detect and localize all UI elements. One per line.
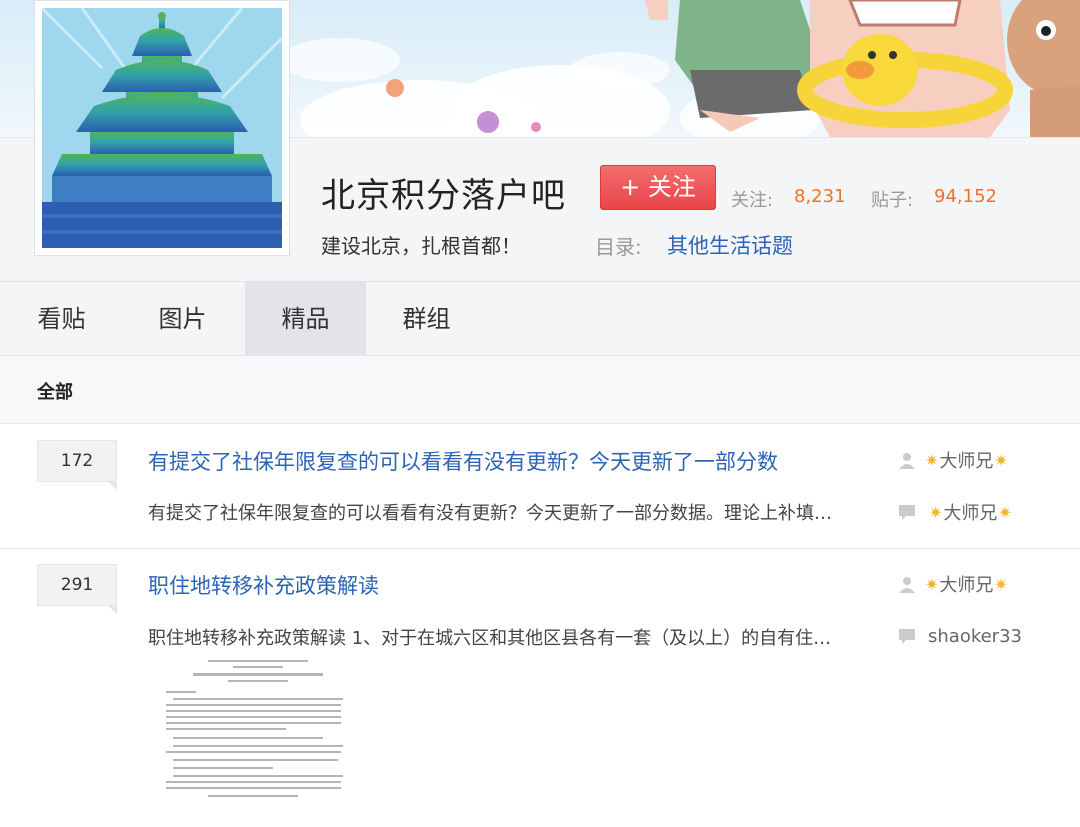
comment-icon bbox=[898, 503, 916, 521]
thread-divider bbox=[0, 548, 1080, 549]
last-reply-name-link[interactable]: ✷ 大师兄 ✷ bbox=[928, 499, 1013, 525]
thread-abstract: 有提交了社保年限复查的可以看看有没有更新？今天更新了一部分数据。理论上补填… bbox=[148, 503, 832, 524]
directory-label: 目录: bbox=[595, 235, 642, 259]
post-count-value: 94,152 bbox=[934, 186, 997, 207]
tab-pictures[interactable]: 图片 bbox=[122, 282, 243, 356]
star-icon: ✷ bbox=[929, 502, 943, 522]
follow-button-label: 关注 bbox=[647, 173, 696, 201]
forum-avatar[interactable] bbox=[34, 0, 290, 256]
forum-title: 北京积分落户吧 bbox=[321, 176, 566, 216]
author-name-link[interactable]: ✷ 大师兄 ✷ bbox=[924, 571, 1009, 597]
plus-icon: + bbox=[620, 173, 641, 201]
post-count-label: 贴子: bbox=[871, 190, 914, 211]
follow-count-label: 关注: bbox=[731, 190, 774, 211]
thread-title-link[interactable]: 有提交了社保年限复查的可以看看有没有更新？今天更新了一部分数 bbox=[148, 446, 778, 476]
thread-title-link[interactable]: 职住地转移补充政策解读 bbox=[148, 570, 379, 600]
tab-featured[interactable]: 精品 bbox=[245, 282, 366, 356]
comment-icon bbox=[898, 627, 916, 645]
user-icon bbox=[898, 451, 916, 469]
forum-tabs: 看贴 图片 精品 群组 bbox=[0, 281, 1080, 356]
thread-abstract: 职住地转移补充政策解读 1、对于在城六区和其他区县各有一套（及以上）的自有住… bbox=[148, 628, 832, 649]
star-icon: ✷ bbox=[925, 450, 939, 470]
reply-count-badge: 291 bbox=[37, 564, 117, 614]
directory-link[interactable]: 其他生活话题 bbox=[667, 230, 793, 260]
thread-author: ✷ 大师兄 ✷ bbox=[898, 572, 1009, 596]
star-icon: ✷ bbox=[994, 574, 1008, 594]
tab-posts[interactable]: 看贴 bbox=[1, 282, 122, 356]
star-icon: ✷ bbox=[925, 574, 939, 594]
star-icon: ✷ bbox=[994, 450, 1008, 470]
follow-count-value: 8,231 bbox=[794, 186, 846, 207]
thread-last-reply: ✷ 大师兄 ✷ bbox=[898, 500, 1013, 524]
thread-image-thumbnail[interactable] bbox=[148, 657, 358, 805]
filter-all[interactable]: 全部 bbox=[37, 378, 73, 404]
tab-groups[interactable]: 群组 bbox=[366, 282, 487, 356]
follow-button[interactable]: + 关注 bbox=[600, 165, 716, 210]
last-reply-name: 大师兄 bbox=[943, 503, 998, 524]
thread-last-reply: shaoker33 bbox=[898, 624, 1022, 648]
star-icon: ✷ bbox=[998, 502, 1012, 522]
temple-of-heaven-icon bbox=[42, 8, 282, 248]
author-name: 大师兄 bbox=[939, 451, 994, 472]
category-filter-bar: 全部 bbox=[0, 356, 1080, 424]
thread-author: ✷ 大师兄 ✷ bbox=[898, 448, 1009, 472]
reply-count-badge: 172 bbox=[37, 440, 117, 490]
forum-slogan: 建设北京，扎根首都！ bbox=[321, 234, 521, 258]
author-name-link[interactable]: ✷ 大师兄 ✷ bbox=[924, 447, 1009, 473]
author-name: 大师兄 bbox=[939, 575, 994, 596]
user-icon bbox=[898, 575, 916, 593]
last-reply-name[interactable]: shaoker33 bbox=[928, 626, 1022, 647]
